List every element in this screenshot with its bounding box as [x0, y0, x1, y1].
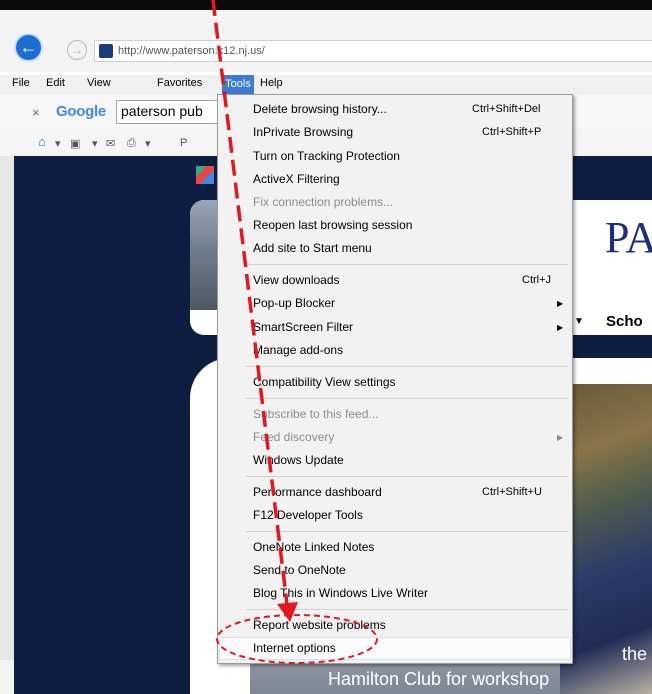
menu-item-f12-developer-tools[interactable]: F12 Developer Tools — [253, 508, 363, 522]
menu-item-onenote-linked-notes[interactable]: OneNote Linked Notes — [253, 540, 374, 554]
menu-item-manage-addons[interactable]: Manage add-ons — [253, 343, 343, 357]
slide-caption-line1: the — [622, 644, 648, 664]
submenu-arrow-icon: ▶ — [557, 299, 564, 308]
menu-item-delete-browsing-history[interactable]: Delete browsing history... — [253, 102, 387, 116]
menu-separator — [246, 366, 568, 367]
left-edge — [0, 156, 14, 694]
url-text[interactable]: http://www.paterson.k12.nj.us/ — [118, 45, 265, 57]
home-icon[interactable]: ⌂ — [38, 134, 46, 149]
google-apps-icon — [196, 166, 214, 184]
menu-separator — [246, 264, 568, 265]
shortcut-inprivate-browsing: Ctrl+Shift+P — [482, 126, 542, 138]
menu-item-report-website-problems[interactable]: Report website problems — [253, 618, 386, 632]
shortcut-delete-browsing-history: Ctrl+Shift+Del — [472, 103, 541, 115]
menu-separator — [246, 609, 568, 610]
menu-tools[interactable]: Tools — [222, 75, 254, 94]
feeds-dropdown-icon[interactable]: ▾ — [92, 137, 98, 150]
menu-edit[interactable]: Edit — [46, 77, 65, 89]
menu-item-fix-connection: Fix connection problems... — [253, 195, 394, 209]
page-menu-partial[interactable]: P — [180, 137, 187, 149]
nav-item-schools[interactable]: Scho — [606, 313, 643, 330]
menu-separator — [246, 398, 568, 399]
site-favicon-icon — [99, 44, 113, 58]
nav-dropdown-icon[interactable]: ▼ — [574, 316, 584, 327]
menu-item-windows-update[interactable]: Windows Update — [253, 453, 344, 467]
left-edge-lower — [0, 660, 14, 694]
shortcut-performance-dashboard: Ctrl+Shift+U — [482, 486, 542, 498]
menu-item-reopen-session[interactable]: Reopen last browsing session — [253, 218, 412, 232]
google-logo: Google — [56, 103, 106, 120]
back-button[interactable]: ← — [14, 33, 43, 62]
menu-item-send-to-onenote[interactable]: Send to OneNote — [253, 563, 346, 577]
menu-help[interactable]: Help — [260, 77, 283, 89]
menu-item-activex-filtering[interactable]: ActiveX Filtering — [253, 172, 340, 186]
mail-icon[interactable]: ✉ — [106, 137, 115, 150]
menu-item-internet-options[interactable]: Internet options — [253, 641, 336, 655]
feeds-icon[interactable]: ▣ — [70, 137, 80, 150]
menu-item-subscribe-feed: Subscribe to this feed... — [253, 407, 379, 421]
submenu-arrow-icon: ▶ — [557, 323, 564, 332]
slide-caption-line2: Hamilton Club for workshop — [328, 669, 550, 689]
menu-favorites[interactable]: Favorites — [157, 77, 202, 89]
submenu-arrow-icon: ▶ — [557, 433, 564, 442]
site-logo-text: PA — [605, 213, 652, 262]
print-dropdown-icon[interactable]: ▾ — [145, 137, 151, 150]
menu-separator — [246, 531, 568, 532]
menu-file[interactable]: File — [12, 77, 30, 89]
menu-item-compatibility-view[interactable]: Compatibility View settings — [253, 375, 396, 389]
close-toolbar-icon[interactable]: × — [32, 105, 40, 120]
menu-item-smartscreen[interactable]: SmartScreen Filter — [253, 320, 353, 334]
print-icon[interactable]: ⎙ — [127, 137, 136, 150]
menu-item-feed-discovery: Feed discovery — [253, 430, 335, 444]
menu-item-performance-dashboard[interactable]: Performance dashboard — [253, 485, 382, 499]
forward-button[interactable]: → — [67, 40, 87, 60]
menu-separator — [246, 476, 568, 477]
menu-item-blog-this[interactable]: Blog This in Windows Live Writer — [253, 586, 428, 600]
home-dropdown-icon[interactable]: ▾ — [55, 137, 61, 150]
shortcut-view-downloads: Ctrl+J — [522, 274, 552, 286]
menu-item-popup-blocker[interactable]: Pop-up Blocker — [253, 296, 335, 310]
menu-view[interactable]: View — [87, 77, 111, 89]
title-bar — [0, 0, 652, 10]
menu-item-view-downloads[interactable]: View downloads — [253, 273, 340, 287]
menu-item-tracking-protection[interactable]: Turn on Tracking Protection — [253, 149, 400, 163]
menu-item-add-site-start[interactable]: Add site to Start menu — [253, 241, 372, 255]
menu-item-inprivate-browsing[interactable]: InPrivate Browsing — [253, 125, 353, 139]
